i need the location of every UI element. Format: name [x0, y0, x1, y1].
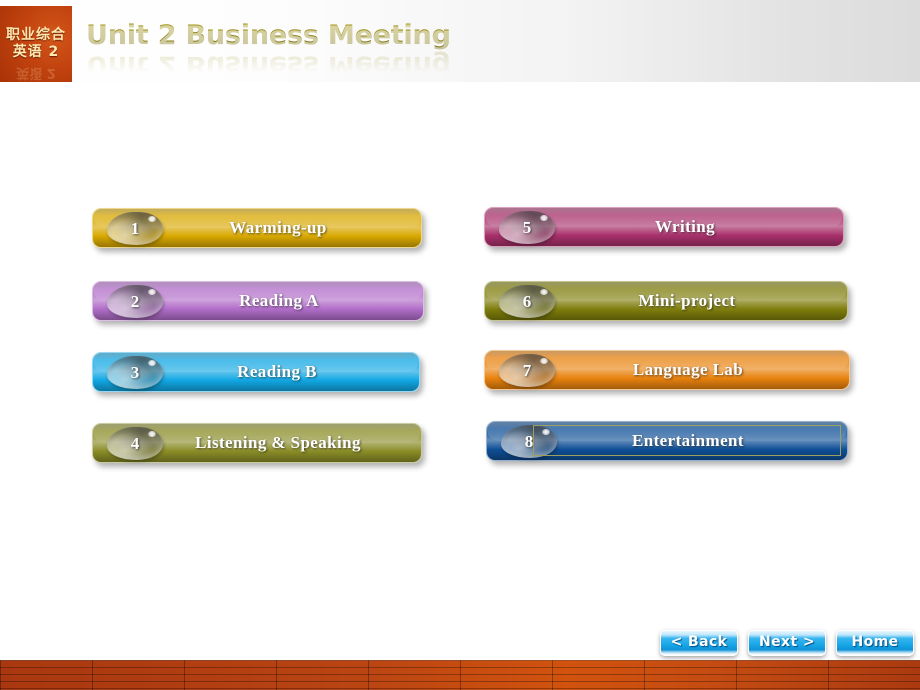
menu-button-5[interactable]: 5 Writing: [484, 207, 844, 247]
menu-button-label: Warming-up: [229, 218, 327, 237]
menu-button-label: Reading A: [239, 291, 319, 310]
slide-canvas: 职业综合 英语 2 英语 2 Unit 2 Business Meeting U…: [0, 0, 920, 690]
menu-button-4[interactable]: 4 Listening & Speaking: [92, 423, 422, 463]
menu-button-2[interactable]: 2 Reading A: [92, 281, 424, 321]
menu-button-label: Mini-project: [638, 291, 736, 310]
menu-button-7[interactable]: 7 Language Lab: [484, 350, 850, 390]
footer-wall-decoration: [0, 660, 920, 690]
back-button[interactable]: < Back: [660, 630, 738, 656]
menu-button-label: Writing: [654, 217, 716, 236]
menu-button-label: Language Lab: [632, 360, 744, 379]
home-button[interactable]: Home: [836, 630, 914, 656]
home-button-label: Home: [851, 634, 899, 650]
menu-button-1[interactable]: 1 Warming-up: [92, 208, 422, 248]
menu-button-6[interactable]: 6 Mini-project: [484, 281, 848, 321]
next-button[interactable]: Next >: [748, 630, 826, 656]
menu-button-label: Listening & Speaking: [195, 433, 361, 452]
menu-button-3[interactable]: 3 Reading B: [92, 352, 420, 392]
menu-button-grid: 1 Warming-up 2 Reading A 3 Reading B 4 Listenin…: [0, 0, 920, 690]
menu-button-label: Entertainment: [632, 431, 744, 450]
back-button-label: < Back: [670, 634, 728, 650]
menu-button-8[interactable]: 8 Entertainment: [486, 421, 848, 461]
next-button-label: Next >: [759, 634, 815, 650]
menu-button-label: Reading B: [237, 362, 317, 381]
